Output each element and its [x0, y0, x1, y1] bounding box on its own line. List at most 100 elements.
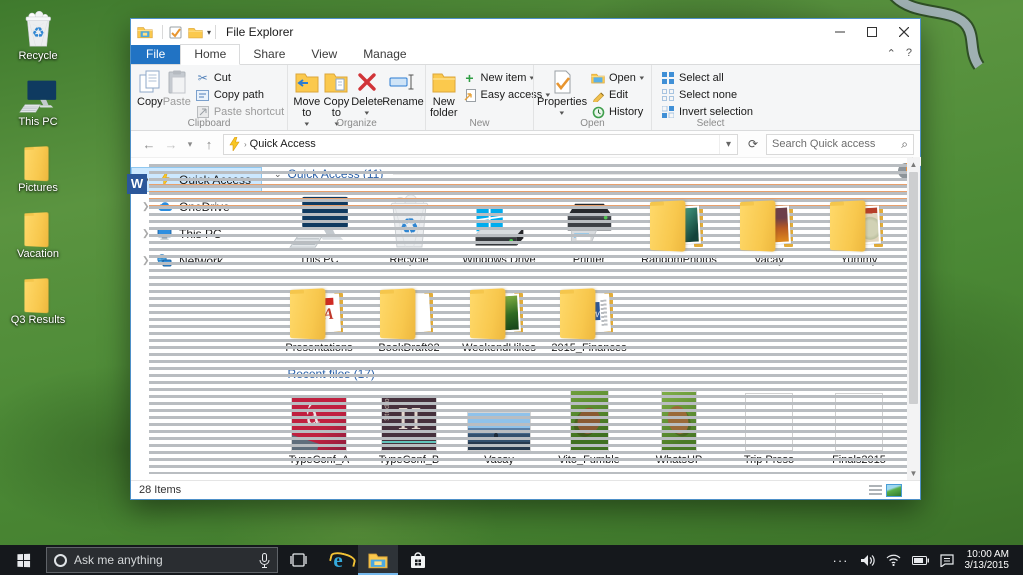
open-folder-icon: [591, 71, 605, 85]
recycle-bin-icon: [18, 10, 58, 48]
store-icon: [410, 552, 426, 569]
address-bar[interactable]: › Quick Access ▾: [223, 134, 738, 155]
computer-icon: [18, 76, 58, 114]
properties-qat-icon[interactable]: [167, 24, 183, 40]
copy-button[interactable]: Copy: [137, 68, 163, 108]
wifi-icon[interactable]: [886, 554, 901, 566]
select-none-button[interactable]: Select none: [658, 87, 756, 103]
address-row: ← → ▾ ↑ › Quick Access ▾ ⟳ ⌕: [131, 131, 920, 158]
item-count: 28 Items: [139, 484, 181, 496]
dropdown-caret: ▾: [639, 74, 644, 82]
tab-file[interactable]: File: [131, 45, 180, 64]
desktop-icon-q3-results[interactable]: Q3 Results: [6, 274, 70, 326]
scroll-up-icon[interactable]: ▲: [910, 158, 918, 171]
ribbon-group-organize: Move to▾ Copy to▾ Delete▾ Rename O: [287, 65, 425, 130]
collapse-ribbon-icon[interactable]: ⌃: [887, 47, 896, 60]
edit-button[interactable]: Edit: [588, 87, 646, 103]
window-body: ❯ Quick Access ❯ OneDrive ❯ This PC: [131, 158, 920, 480]
copy-to-icon: [323, 69, 349, 95]
new-folder-qat-icon[interactable]: [187, 24, 203, 40]
paste-icon: [167, 69, 187, 95]
desktop-icon-label: This PC: [18, 116, 57, 128]
rename-button[interactable]: Rename: [383, 68, 423, 108]
group-label-new: New: [426, 118, 533, 129]
content-area: ⌄ Quick Access (11) This PC Recycle Wind…: [262, 158, 920, 480]
desktop-icon-pictures[interactable]: Pictures: [6, 142, 70, 194]
rename-icon: [389, 69, 417, 95]
desktop-icon-label: Pictures: [18, 182, 58, 194]
desktop-icon-this-pc[interactable]: This PC: [6, 76, 70, 128]
action-center-icon[interactable]: [940, 554, 954, 567]
refresh-button[interactable]: ⟳: [742, 134, 764, 155]
breadcrumb[interactable]: Quick Access: [250, 138, 316, 150]
help-icon[interactable]: ?: [906, 47, 912, 60]
task-view-icon: [290, 553, 307, 567]
pictures-folder-icon: [18, 142, 58, 180]
properties-button[interactable]: Properties▾: [538, 68, 586, 119]
delete-button[interactable]: Delete▾: [351, 68, 383, 119]
microphone-icon[interactable]: [259, 553, 270, 568]
minimize-button[interactable]: [824, 19, 856, 45]
tab-share[interactable]: Share: [240, 45, 298, 64]
details-view-icon[interactable]: [869, 485, 882, 496]
task-view-button[interactable]: [278, 545, 318, 575]
file-explorer-app-icon: [137, 25, 153, 39]
move-to-icon: [294, 69, 320, 95]
browser-button[interactable]: e: [318, 545, 358, 575]
back-button[interactable]: ←: [139, 137, 159, 152]
maximize-button[interactable]: [856, 19, 888, 45]
taskbar-search[interactable]: [46, 547, 278, 573]
ribbon-group-open: Properties▾ Open▾ Edit: [533, 65, 651, 130]
file-item-finals2015[interactable]: W Finals2015: [814, 388, 904, 466]
tab-home[interactable]: Home: [180, 44, 240, 65]
select-all-button[interactable]: Select all: [658, 70, 756, 86]
history-clock-icon: [591, 105, 605, 119]
hidden-icons-button[interactable]: ···: [833, 553, 849, 568]
open-button[interactable]: Open▾: [588, 70, 646, 86]
close-button[interactable]: [888, 19, 920, 45]
address-dropdown-icon[interactable]: ▾: [719, 135, 737, 154]
file-explorer-taskbar-button[interactable]: [358, 545, 398, 575]
desktop-icons: Recycle This PC Pictures Vacation Q3 Res…: [6, 10, 70, 326]
battery-icon[interactable]: [912, 556, 929, 565]
paste-button[interactable]: Paste: [163, 68, 191, 108]
title-bar: ▾ File Explorer: [131, 19, 920, 45]
edit-pencil-icon: [591, 88, 605, 102]
qat-dropdown-caret-icon[interactable]: ▾: [207, 28, 211, 37]
windows-logo-icon: [17, 553, 30, 567]
new-folder-button[interactable]: New folder: [430, 68, 458, 119]
cut-button[interactable]: ✂ Cut: [193, 70, 287, 86]
copy-icon: [139, 69, 161, 95]
scrollbar-thumb[interactable]: [909, 172, 918, 404]
store-button[interactable]: [398, 545, 438, 575]
ribbon-tabs: File Home Share View Manage ⌃ ?: [131, 45, 920, 65]
search-icon: ⌕: [901, 137, 908, 152]
desktop-icon-recycle[interactable]: Recycle: [6, 10, 70, 62]
taskbar-clock[interactable]: 10:00 AM 3/13/2015: [965, 549, 1014, 571]
vertical-scrollbar[interactable]: ▲ ▼: [907, 158, 920, 480]
desktop-icon-vacation[interactable]: Vacation: [6, 208, 70, 260]
copy-path-button[interactable]: Copy path: [193, 87, 287, 103]
scroll-down-icon[interactable]: ▼: [910, 467, 918, 480]
system-tray: ··· 10:00 AM 3/13/2015: [823, 545, 1023, 575]
group-label-open: Open: [534, 118, 651, 129]
large-icons-view-icon[interactable]: [886, 484, 902, 497]
ribbon-group-new: New folder + New item▾ Easy access▾ New: [425, 65, 533, 130]
recent-locations-caret-icon[interactable]: ▾: [183, 139, 197, 150]
up-button[interactable]: ↑: [199, 137, 219, 152]
new-folder-icon: [431, 69, 457, 95]
vacation-folder-icon: [18, 208, 58, 246]
tab-view[interactable]: View: [298, 45, 350, 64]
select-none-icon: [661, 88, 675, 102]
search-input[interactable]: [772, 138, 901, 150]
start-button[interactable]: [0, 545, 46, 575]
group-label-organize: Organize: [288, 118, 425, 129]
clock-time: 10:00 AM: [965, 549, 1010, 560]
forward-button[interactable]: →: [161, 137, 181, 152]
tab-manage[interactable]: Manage: [350, 45, 419, 64]
taskbar-search-input[interactable]: [74, 553, 252, 567]
internet-explorer-icon: e: [333, 550, 342, 570]
separator: [162, 25, 163, 39]
search-box[interactable]: ⌕: [766, 134, 914, 155]
volume-icon[interactable]: [860, 554, 875, 567]
